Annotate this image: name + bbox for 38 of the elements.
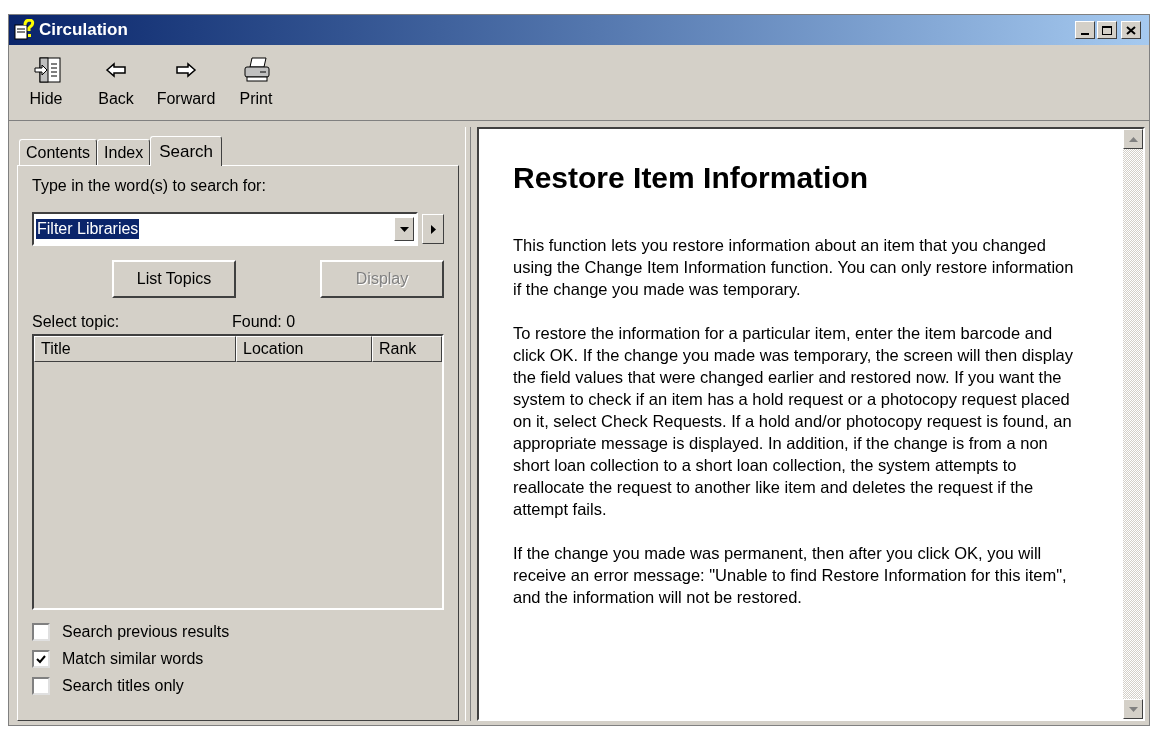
search-prompt: Type in the word(s) to search for: [32, 176, 267, 196]
tab[interactable]: Search [150, 136, 223, 166]
panel-arrow-icon [31, 54, 61, 85]
minimize-button[interactable] [1075, 21, 1095, 39]
printer-icon [241, 54, 271, 85]
hide-button[interactable]: Hide [15, 49, 77, 116]
right-arrow-icon [430, 224, 436, 234]
article-heading: Restore Item Information [513, 160, 870, 196]
forward-button[interactable]: Forward [155, 49, 217, 116]
help-book-icon [13, 19, 35, 41]
found-count: Found: 0 [232, 312, 296, 332]
topics-list[interactable]: Title Location Rank [32, 334, 444, 610]
scroll-down-icon[interactable] [1123, 699, 1143, 719]
tab[interactable]: Index [97, 139, 151, 165]
article-paragraph: If the change you made was permanent, then after you click OK, you will receive an error message: "Unable to find Restore Information for this item", and the information will not be restored. [513, 543, 1068, 608]
option-checkbox[interactable]: Search titles only [32, 674, 444, 698]
close-x-icon [1126, 25, 1136, 35]
close-button[interactable] [1121, 21, 1141, 39]
checkmark-icon [36, 654, 46, 664]
search-text: Filter Libraries [36, 219, 140, 239]
scroll-up-icon[interactable] [1123, 129, 1143, 149]
column-header[interactable]: Title [34, 336, 236, 362]
search-combobox[interactable]: Filter Libraries [32, 212, 418, 246]
tab[interactable]: Contents [19, 139, 98, 165]
column-header[interactable]: Location [236, 336, 372, 362]
select-topic-label: Select topic: [32, 312, 121, 332]
article-paragraph: This function lets you restore information about an item that you changed using the Change Item Information function. You can only restore information if the change you made was temporary. [513, 235, 1075, 300]
option-checkbox[interactable]: Search previous results [32, 620, 444, 644]
window-title: Circulation [39, 19, 128, 42]
article-paragraph: To restore the information for a particular item, enter the item barcode and click OK. If the change you made was temporary, the screen will then display the field values that were changed earlier and restored now. If you want the system to check if an item has a hold request or a photocopy request placed on it, select Check Requests. If a hold and/or photocopy request is found, an appropriate message is displayed. In addition, if the change is from a non short loan collection to a short loan collection, the system attempts to reallocate the request to another like item and deletes the request if the attempt fails. [513, 323, 1075, 520]
column-header[interactable]: Rank [372, 336, 442, 362]
play-arrow-button[interactable] [422, 214, 444, 244]
list-topics-button[interactable]: List Topics [112, 260, 236, 298]
vertical-scrollbar[interactable] [1123, 129, 1143, 719]
print-button[interactable]: Print [225, 49, 287, 116]
maximize-button[interactable] [1097, 21, 1117, 39]
option-checkbox[interactable]: Match similar words [32, 647, 444, 671]
back-button[interactable]: Back [85, 49, 147, 116]
